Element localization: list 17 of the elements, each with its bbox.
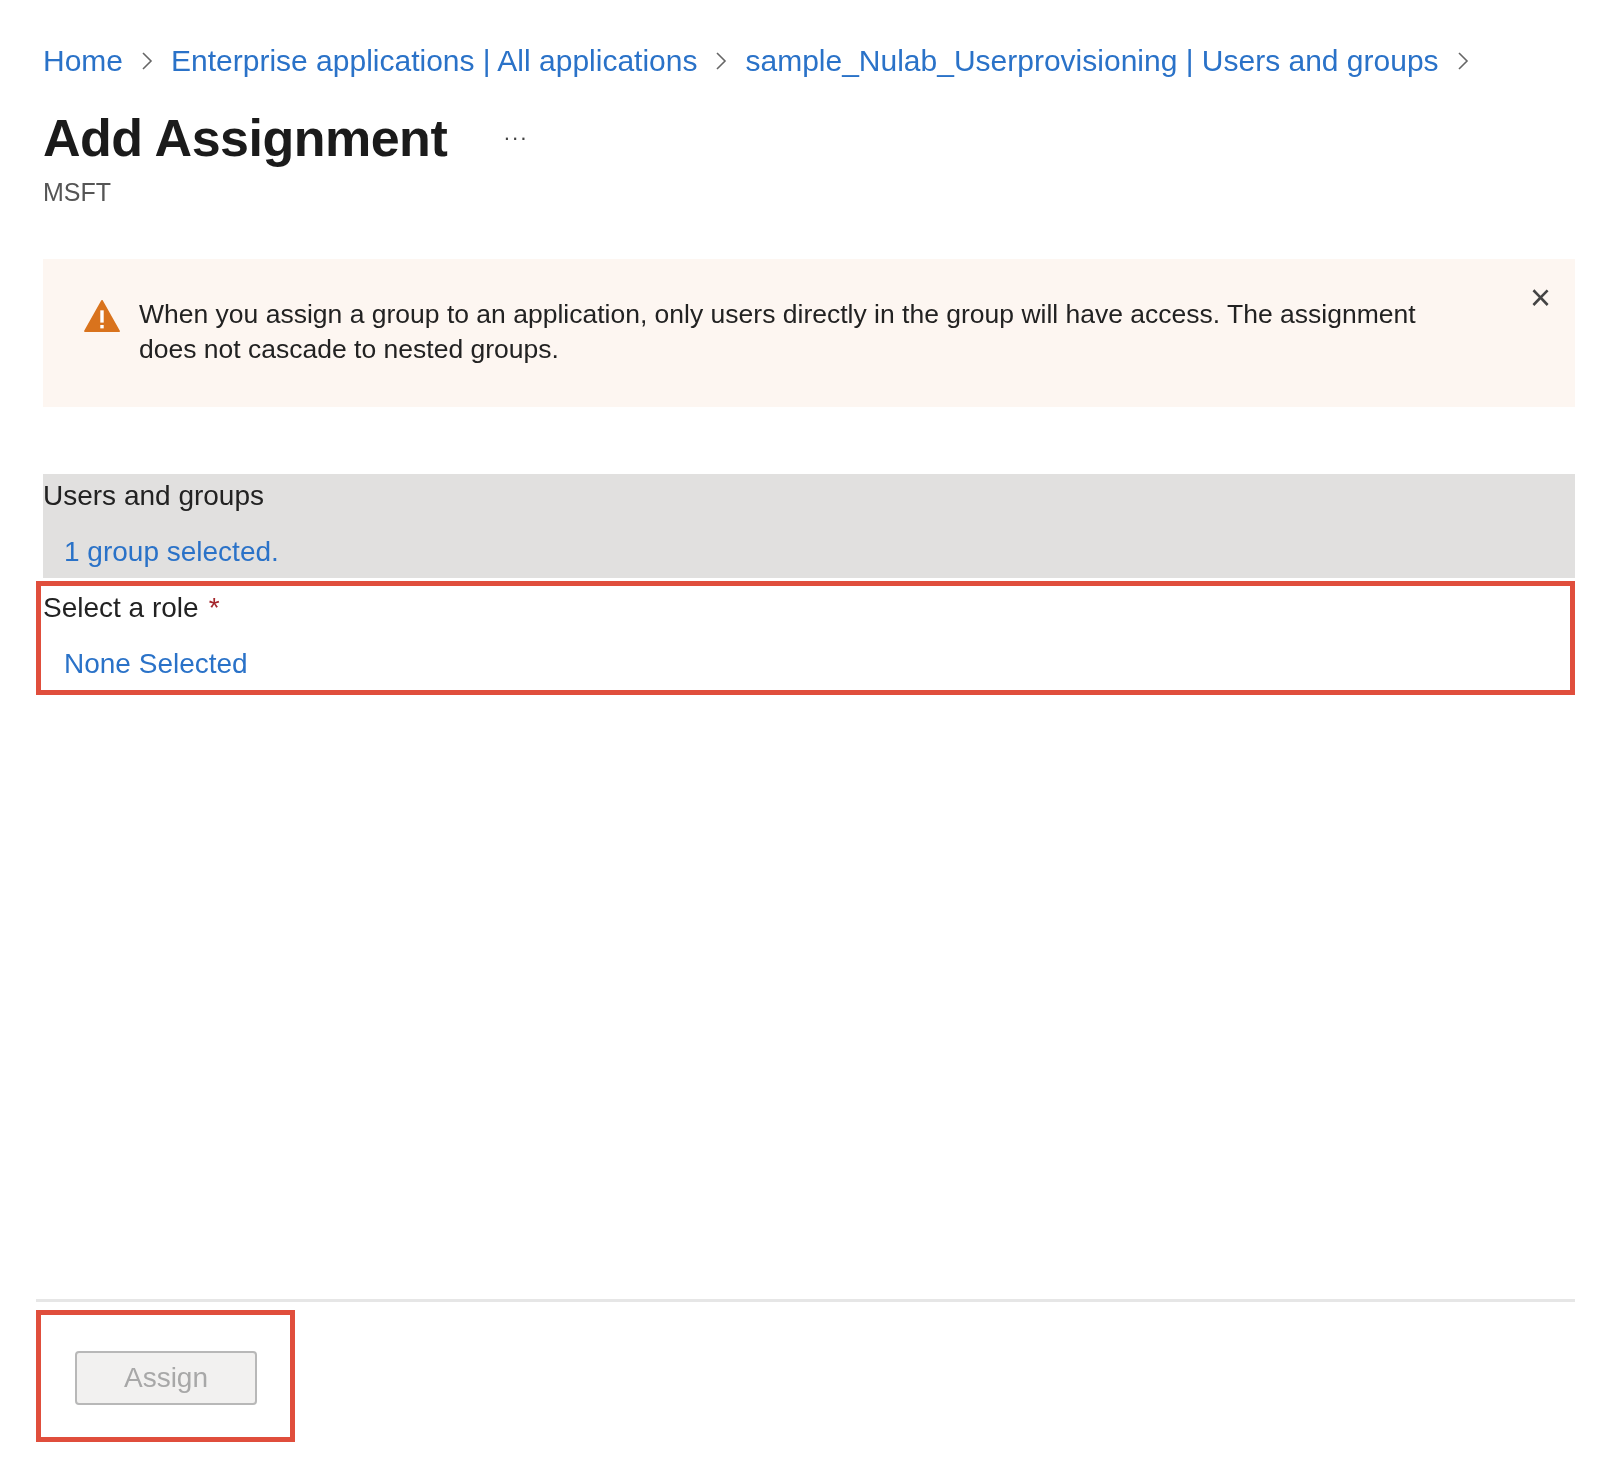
selection-link[interactable]: None Selected: [43, 648, 248, 680]
chevron-right-icon: [715, 51, 728, 71]
more-button[interactable]: ···: [503, 125, 529, 151]
warning-icon: [83, 299, 121, 333]
selection-link[interactable]: 1 group selected.: [43, 536, 279, 568]
required-asterisk: *: [208, 592, 220, 624]
breadcrumb-link[interactable]: Enterprise applications | All applications: [171, 44, 698, 78]
close-button[interactable]: ×: [1529, 283, 1551, 313]
field-label: Select a role: [43, 592, 199, 624]
breadcrumb-link[interactable]: sample_Nulab_Userprovisioning | Users and groups: [745, 44, 1439, 78]
chevron-right-icon: [141, 51, 154, 71]
breadcrumb-link[interactable]: Home: [43, 44, 124, 78]
warning-message: When you assign a group to an application, only users directly in the group will have access. The assignment does not cascade to nested groups.: [139, 298, 1417, 366]
page-subtitle: MSFT: [42, 178, 113, 207]
chevron-right-icon: [1456, 51, 1469, 71]
page-title: Add Assignment: [43, 108, 448, 168]
field-label: Users and groups: [43, 480, 264, 512]
